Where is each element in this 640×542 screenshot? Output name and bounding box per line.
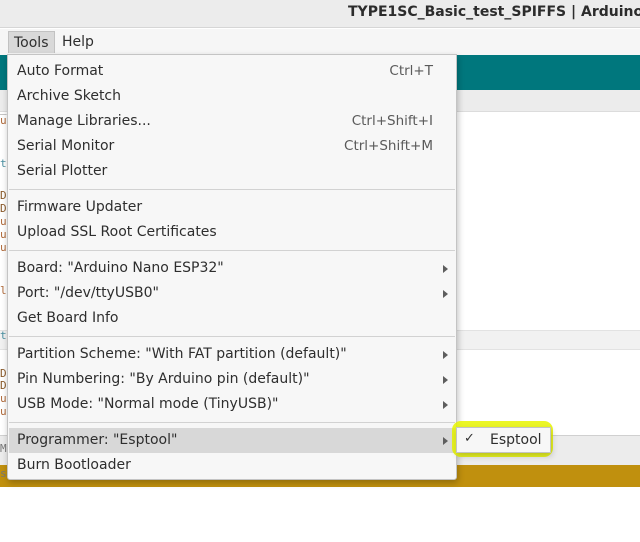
menu-item-partition-scheme[interactable]: Partition Scheme: "With FAT partition (d… <box>9 342 455 367</box>
submenu-arrow-icon <box>443 351 448 359</box>
menu-item-serial-plotter-label: Serial Plotter <box>17 163 108 179</box>
menu-item-programmer-label: Programmer: "Esptool" <box>17 432 178 448</box>
menu-item-auto-format-shortcut: Ctrl+T <box>389 63 433 79</box>
menu-item-burn-bootloader[interactable]: Burn Bootloader <box>9 453 455 478</box>
menu-separator <box>9 250 455 251</box>
menu-item-get-board-info[interactable]: Get Board Info <box>9 306 455 331</box>
menu-item-serial-plotter[interactable]: Serial Plotter <box>9 159 455 184</box>
programmer-option-label: Esptool <box>490 432 542 448</box>
check-icon: ✓ <box>464 431 475 446</box>
menu-separator <box>9 336 455 337</box>
menu-item-programmer[interactable]: Programmer: "Esptool" <box>9 428 455 453</box>
programmer-submenu: ✓ Esptool <box>456 427 551 453</box>
submenu-arrow-icon <box>443 290 448 298</box>
menu-item-board-label: Board: "Arduino Nano ESP32" <box>17 260 224 276</box>
menu-item-partition-scheme-label: Partition Scheme: "With FAT partition (d… <box>17 346 347 362</box>
menu-tools[interactable]: Tools <box>8 31 55 53</box>
menu-item-pin-numbering[interactable]: Pin Numbering: "By Arduino pin (default)… <box>9 367 455 392</box>
menu-bar: Tools Help <box>0 29 640 55</box>
window-title-bar[interactable]: TYPE1SC_Basic_test_SPIFFS | Arduino IDE <box>0 0 640 28</box>
menu-item-firmware-updater[interactable]: Firmware Updater <box>9 195 455 220</box>
menu-help[interactable]: Help <box>57 31 99 53</box>
submenu-arrow-icon <box>443 265 448 273</box>
menu-item-port-label: Port: "/dev/ttyUSB0" <box>17 285 159 301</box>
menu-item-serial-monitor[interactable]: Serial Monitor Ctrl+Shift+M <box>9 134 455 159</box>
tools-menu: Auto Format Ctrl+T Archive Sketch Manage Li… <box>7 54 457 480</box>
menu-item-archive-sketch-label: Archive Sketch <box>17 88 122 104</box>
menu-item-usb-mode-label: USB Mode: "Normal mode (TinyUSB)" <box>17 396 279 412</box>
submenu-arrow-icon <box>443 401 448 409</box>
menu-item-serial-monitor-label: Serial Monitor <box>17 138 115 154</box>
menu-item-serial-monitor-shortcut: Ctrl+Shift+M <box>344 138 433 154</box>
menu-item-usb-mode[interactable]: USB Mode: "Normal mode (TinyUSB)" <box>9 392 455 417</box>
menu-separator <box>9 422 455 423</box>
menu-item-port[interactable]: Port: "/dev/ttyUSB0" <box>9 281 455 306</box>
menu-item-board[interactable]: Board: "Arduino Nano ESP32" <box>9 256 455 281</box>
menu-item-upload-ssl-root-certificates[interactable]: Upload SSL Root Certificates <box>9 220 455 245</box>
window-title: TYPE1SC_Basic_test_SPIFFS | Arduino IDE <box>348 4 640 20</box>
arduino-ide-window: TYPE1SC_Basic_test_SPIFFS | Arduino IDE … <box>0 0 640 542</box>
menu-item-archive-sketch[interactable]: Archive Sketch <box>9 84 455 109</box>
menu-item-auto-format[interactable]: Auto Format Ctrl+T <box>9 59 455 84</box>
menu-item-upload-ssl-root-certificates-label: Upload SSL Root Certificates <box>17 224 217 240</box>
menu-item-get-board-info-label: Get Board Info <box>17 310 119 326</box>
programmer-option-esptool[interactable]: ✓ Esptool <box>457 428 550 452</box>
menu-item-firmware-updater-label: Firmware Updater <box>17 199 143 215</box>
menu-item-manage-libraries[interactable]: Manage Libraries... Ctrl+Shift+I <box>9 109 455 134</box>
menu-item-manage-libraries-label: Manage Libraries... <box>17 113 151 129</box>
menu-item-burn-bootloader-label: Burn Bootloader <box>17 457 131 473</box>
menu-item-pin-numbering-label: Pin Numbering: "By Arduino pin (default)… <box>17 371 310 387</box>
menu-separator <box>9 189 455 190</box>
submenu-arrow-icon <box>443 437 448 445</box>
menu-item-manage-libraries-shortcut: Ctrl+Shift+I <box>351 113 433 129</box>
menu-item-auto-format-label: Auto Format <box>17 63 104 79</box>
submenu-arrow-icon <box>443 376 448 384</box>
